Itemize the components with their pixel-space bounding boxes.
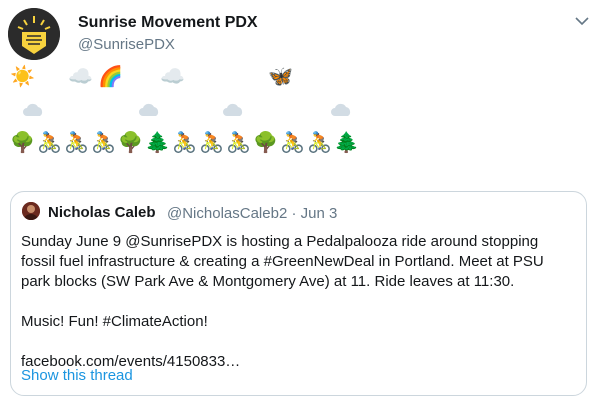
cyclist-emoji: 🚴 <box>37 130 62 154</box>
text-line <box>21 292 576 312</box>
sun-emoji: ☀️ <box>10 64 35 88</box>
profile-photo-icon <box>22 202 40 220</box>
rainbow-emoji: 🌈 <box>98 64 123 88</box>
cyclist-emoji: 🚴 <box>172 130 197 154</box>
tree-emoji: 🌳 <box>10 130 35 154</box>
chevron-down-icon[interactable] <box>573 12 591 30</box>
text-line <box>21 332 576 352</box>
cyclist-emoji: 🚴 <box>199 130 224 154</box>
cloud-emoji: ☁️ <box>68 64 93 88</box>
cloud-icon <box>331 103 351 116</box>
quoted-author-name[interactable]: Nicholas Caleb <box>48 204 156 221</box>
author-handle[interactable]: @SunrisePDX <box>78 36 175 53</box>
cyclist-emoji: 🚴 <box>91 130 116 154</box>
cyclist-emoji: 🚴 <box>64 130 89 154</box>
sunrise-logo-icon <box>8 8 60 60</box>
cyclist-emoji: 🚴 <box>307 130 332 154</box>
cloud-icon <box>23 103 43 116</box>
tree-emoji: 🌳 <box>118 130 143 154</box>
cloud-icon <box>223 103 243 116</box>
text-line: park blocks (SW Park Ave & Montgomery Av… <box>21 273 515 290</box>
cyclist-emoji: 🚴 <box>226 130 251 154</box>
quoted-tweet-card[interactable]: Nicholas Caleb @NicholasCaleb2 · Jun 3 S… <box>10 191 587 396</box>
evergreen-emoji: 🌲 <box>334 130 359 154</box>
show-thread-link[interactable]: Show this thread <box>21 367 133 384</box>
butterfly-emoji: 🦋 <box>268 64 293 88</box>
text-line: Music! Fun! #ClimateAction! <box>21 313 208 330</box>
quoted-author-meta[interactable]: @NicholasCaleb2 · Jun 3 <box>167 205 337 222</box>
text-line: Sunday June 9 @SunrisePDX is hosting a P… <box>21 233 539 250</box>
author-name[interactable]: Sunrise Movement PDX <box>78 14 258 32</box>
cloud-icon <box>139 103 159 116</box>
text-line: fossil fuel infrastructure & creating a … <box>21 253 544 270</box>
tree-emoji: 🌳 <box>253 130 278 154</box>
cloud-emoji: ☁️ <box>160 64 185 88</box>
evergreen-emoji: 🌲 <box>145 130 170 154</box>
quoted-avatar[interactable] <box>22 202 40 220</box>
avatar[interactable] <box>8 8 60 60</box>
quoted-tweet-text: Sunday June 9 @SunrisePDX is hosting a P… <box>21 232 576 372</box>
cyclist-emoji: 🚴 <box>280 130 305 154</box>
